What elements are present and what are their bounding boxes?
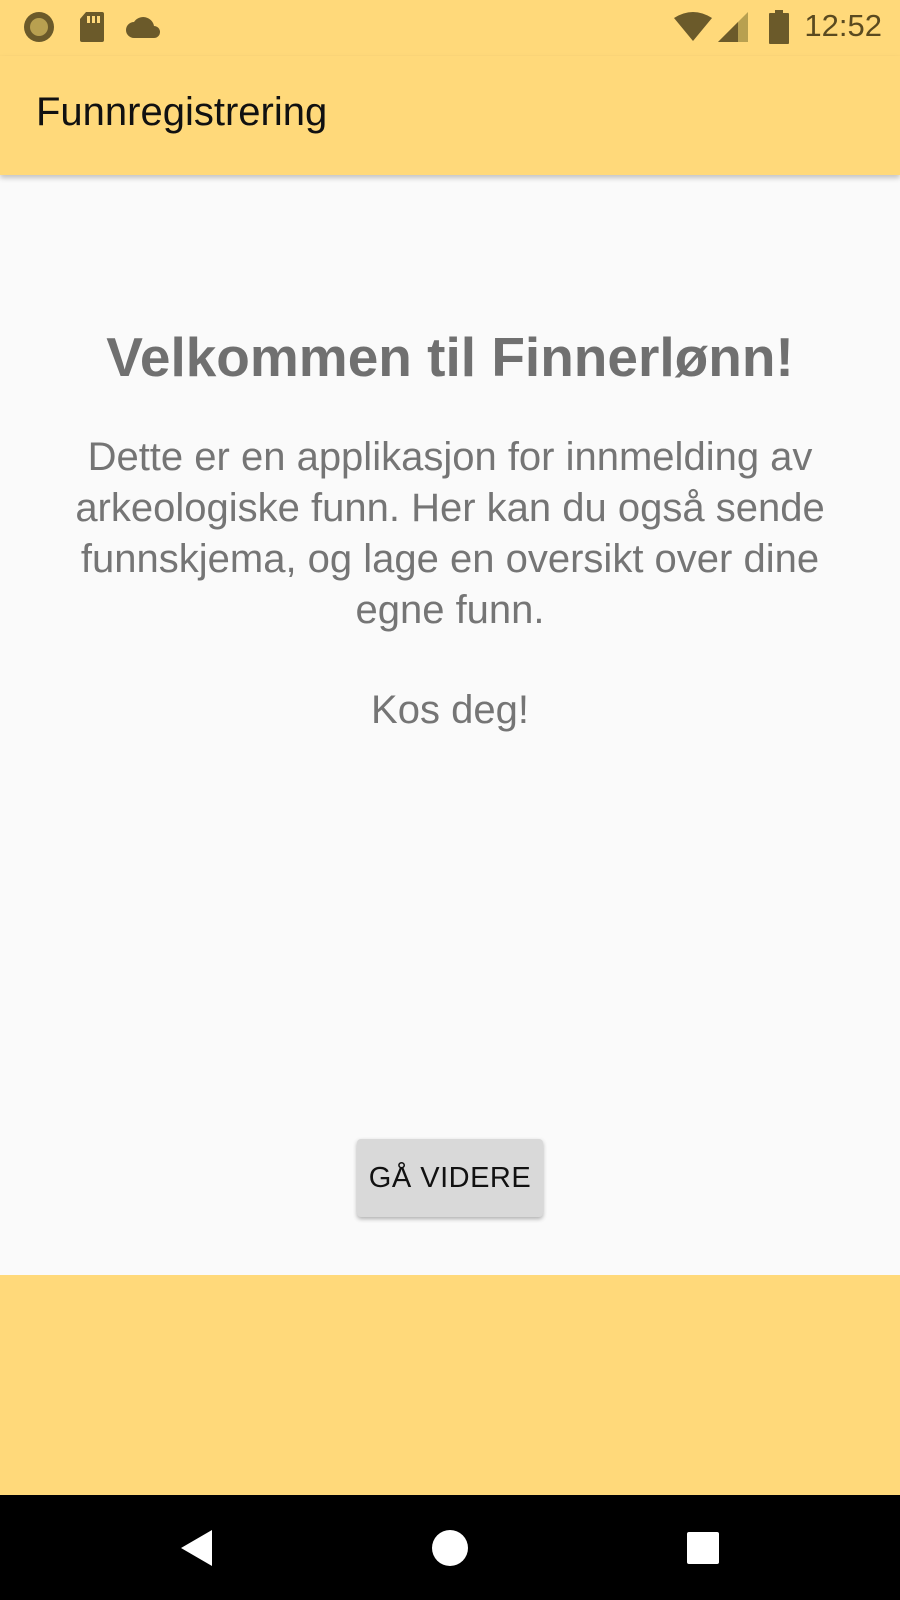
recents-icon[interactable] xyxy=(680,1525,726,1571)
status-bar: 12:52 xyxy=(0,0,900,56)
cell-signal-icon xyxy=(718,12,750,47)
sd-card-icon xyxy=(78,10,106,49)
wifi-icon xyxy=(674,12,712,47)
bottom-accent-bar xyxy=(0,1275,900,1495)
status-time: 12:52 xyxy=(804,8,882,43)
screen: 12:52 Funnregistrering Velkommen til Fin… xyxy=(0,0,900,1600)
navigation-bar xyxy=(0,1495,900,1600)
main-content: Velkommen til Finnerlønn! Dette er en ap… xyxy=(0,175,900,1275)
welcome-description: Dette er en applikasjon for innmelding a… xyxy=(75,435,825,632)
welcome-heading: Velkommen til Finnerlønn! xyxy=(106,326,794,388)
circle-notification-icon xyxy=(22,10,56,49)
battery-icon xyxy=(768,10,790,49)
home-icon[interactable] xyxy=(427,1525,473,1571)
app-title: Funnregistrering xyxy=(36,90,328,134)
cloud-icon xyxy=(124,14,162,45)
app-bar: Funnregistrering xyxy=(0,56,900,175)
continue-button[interactable]: GÅ VIDERE xyxy=(357,1139,543,1217)
welcome-closing: Kos deg! xyxy=(371,688,529,732)
back-icon[interactable] xyxy=(176,1525,222,1571)
